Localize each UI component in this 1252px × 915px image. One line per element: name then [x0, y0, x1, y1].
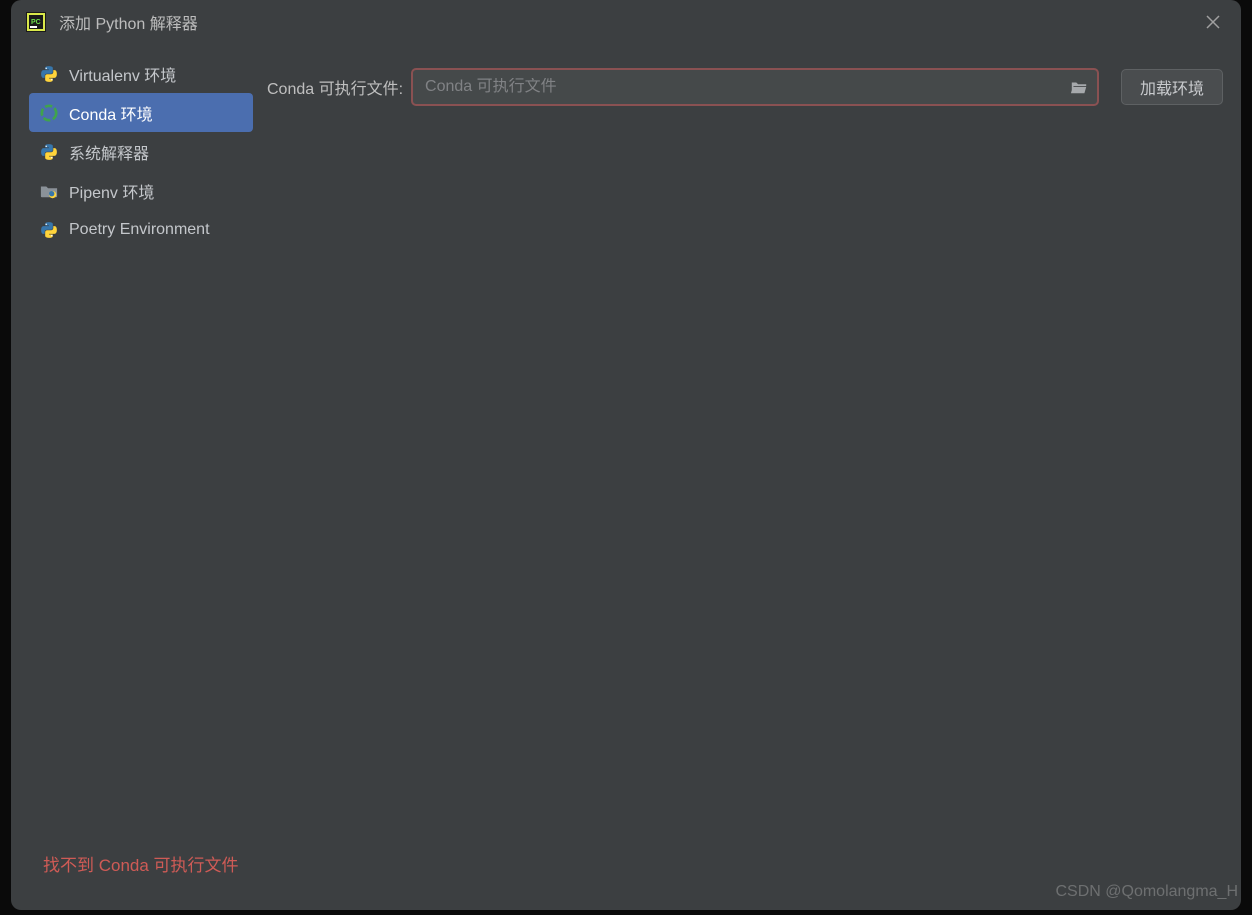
sidebar-item-label: Virtualenv 环境 [69, 62, 176, 86]
conda-exe-label: Conda 可执行文件: [267, 75, 403, 99]
folder-open-icon [1070, 79, 1088, 95]
sidebar-item-label: Pipenv 环境 [69, 179, 154, 203]
python-icon [39, 142, 59, 162]
conda-exe-input-wrap [411, 68, 1099, 106]
conda-icon [39, 103, 59, 123]
conda-exe-row: Conda 可执行文件: 加载环境 [267, 68, 1223, 106]
svg-text:PC: PC [31, 19, 41, 26]
sidebar-item-system[interactable]: 系统解释器 [29, 132, 253, 171]
python-icon [39, 220, 59, 240]
load-env-button[interactable]: 加载环境 [1121, 69, 1223, 105]
main-panel: Conda 可执行文件: 加载环境 [267, 54, 1223, 910]
sidebar-item-pipenv[interactable]: Pipenv 环境 [29, 171, 253, 210]
pycharm-icon: PC [25, 11, 47, 33]
close-button[interactable] [1199, 8, 1227, 36]
dialog-body: Virtualenv 环境 Conda 环境 系统解释器 [11, 44, 1241, 910]
error-message: 找不到 Conda 可执行文件 [43, 851, 239, 876]
dialog-title: 添加 Python 解释器 [59, 10, 1187, 34]
sidebar-item-poetry[interactable]: Poetry Environment [29, 210, 253, 249]
load-env-button-label: 加载环境 [1140, 75, 1204, 99]
conda-exe-input[interactable] [425, 78, 1061, 96]
browse-button[interactable] [1069, 77, 1089, 97]
sidebar-item-conda[interactable]: Conda 环境 [29, 93, 253, 132]
python-icon [39, 64, 59, 84]
close-icon [1205, 14, 1221, 30]
sidebar-item-label: Poetry Environment [69, 221, 210, 239]
sidebar-item-label: Conda 环境 [69, 101, 153, 125]
interpreter-type-sidebar: Virtualenv 环境 Conda 环境 系统解释器 [29, 54, 253, 910]
titlebar: PC 添加 Python 解释器 [11, 0, 1241, 44]
folder-python-icon [39, 181, 59, 201]
add-interpreter-dialog: PC 添加 Python 解释器 Virtualenv 环境 [11, 0, 1241, 910]
sidebar-item-label: 系统解释器 [69, 140, 149, 164]
sidebar-item-virtualenv[interactable]: Virtualenv 环境 [29, 54, 253, 93]
